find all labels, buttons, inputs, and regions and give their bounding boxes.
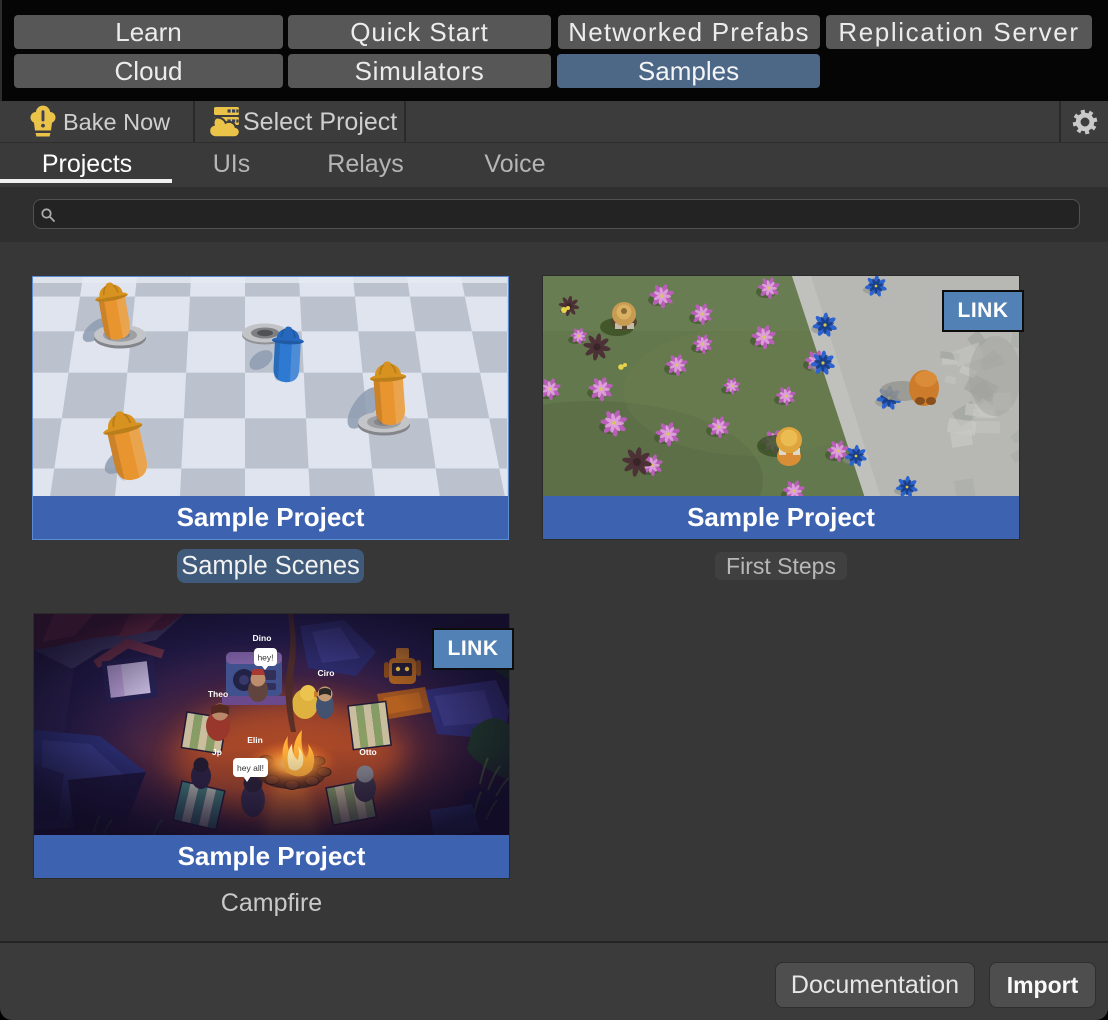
svg-text:Otto: Otto	[359, 747, 376, 757]
svg-text:Elin: Elin	[247, 735, 263, 745]
svg-text:hey!: hey!	[257, 653, 273, 663]
svg-text:Jp: Jp	[212, 747, 222, 757]
svg-text:hey all!: hey all!	[237, 763, 264, 773]
svg-text:Dino: Dino	[253, 633, 272, 643]
svg-text:Ciro: Ciro	[318, 668, 335, 678]
svg-text:Theo: Theo	[208, 689, 228, 699]
